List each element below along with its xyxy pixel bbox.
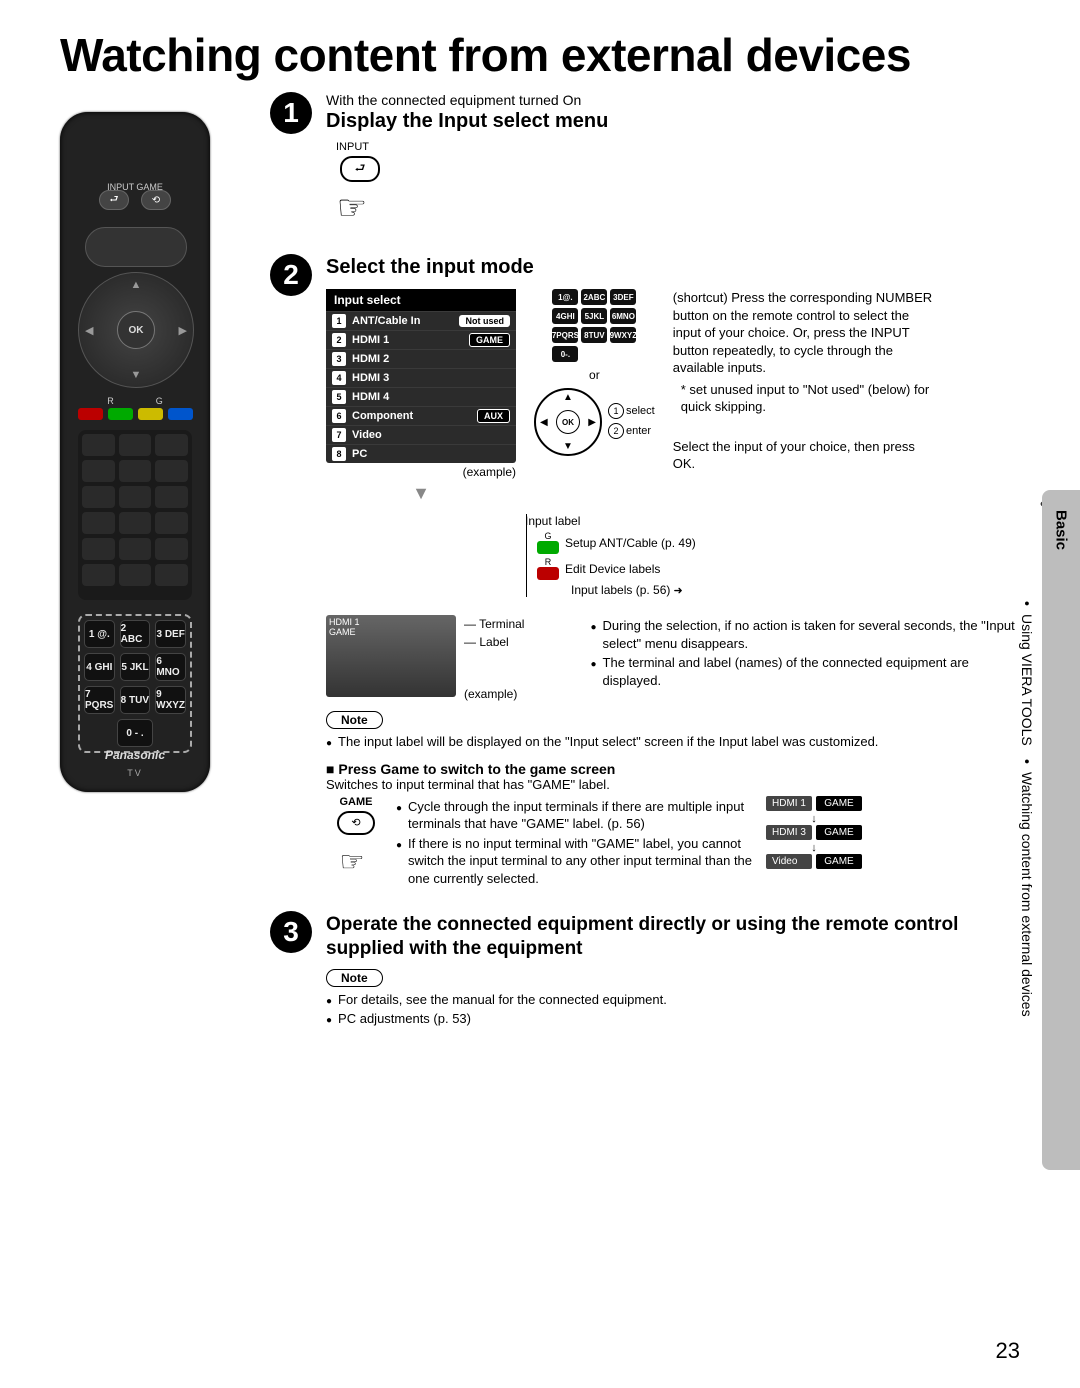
remote-ok-button: OK: [117, 311, 155, 349]
g-label: G: [156, 396, 163, 406]
step-1: 1 With the connected equipment turned On…: [270, 92, 1020, 232]
remote-color-row: [60, 408, 210, 420]
remote-dpad: ▲▼◀▶ OK: [78, 272, 194, 388]
bullet-b: The terminal and label (names) of the co…: [603, 654, 1020, 689]
side-sub: Using VIERA TOOLS Watching content from …: [1016, 598, 1038, 1016]
game-bullet-2: If there is no input terminal with "GAME…: [408, 835, 756, 888]
input-label-header: Input label: [519, 514, 1012, 528]
or-label: or: [589, 368, 600, 382]
menu-title: Input select: [326, 289, 516, 311]
input-label: INPUT: [336, 141, 1020, 153]
game-button-graphic: ⟲: [337, 811, 375, 835]
remote-tv-label: TV: [60, 768, 210, 778]
input-button-graphic: ⮐: [340, 156, 380, 182]
remote-brand: Panasonic: [60, 748, 210, 762]
remote-middle-area: [78, 430, 192, 600]
red-button-icon: [537, 567, 559, 580]
remote-rocker: [85, 227, 187, 267]
game-cycle-diagram: HDMI 1GAME ↓ HDMI 3GAME ↓ VideoGAME: [766, 796, 862, 871]
mini-ok: OK: [556, 410, 580, 434]
game-intro: Switches to input terminal that has "GAM…: [326, 777, 1020, 792]
example-label-1: (example): [326, 465, 516, 479]
green-text: Setup ANT/Cable (p. 49): [565, 536, 696, 550]
note-text-1: The input label will be displayed on the…: [338, 733, 878, 751]
step-2-title: Select the input mode: [326, 256, 1020, 279]
step-3-badge: 3: [270, 911, 312, 953]
r-label: R: [107, 396, 114, 406]
remote-numpad: 1 @. 2 ABC 3 DEF 4 GHI 5 JKL 6 MNO 7 PQR…: [78, 614, 192, 753]
bullet-a: During the selection, if no action is ta…: [603, 617, 1020, 652]
note-pill-2: Note: [326, 969, 383, 987]
remote-illustration: INPUT GAME ⮐ ⟲ ▲▼◀▶ OK R G: [60, 112, 240, 792]
example-label-2: (example): [464, 685, 524, 703]
game-btn-label: GAME: [326, 796, 386, 808]
tv-preview: HDMI 1GAME: [326, 615, 456, 697]
mini-dpad: ▲▼◀▶ OK: [534, 388, 602, 456]
input-select-menu: Input select 1ANT/Cable InNot used 2HDMI…: [326, 289, 516, 463]
label-label: Label: [479, 635, 508, 649]
page-title: Watching content from external devices: [60, 28, 1020, 82]
step3-bullet2: PC adjustments (p. 53): [338, 1010, 471, 1028]
note-pill-1: Note: [326, 711, 383, 729]
game-button-icon: ⟲: [141, 190, 171, 210]
terminal-label: Terminal: [479, 617, 524, 631]
select-ok-text: Select the input of your choice, then pr…: [673, 438, 933, 473]
step-2: 2 Select the input mode Input select 1AN…: [270, 254, 1020, 889]
step3-bullet1: For details, see the manual for the conn…: [338, 991, 667, 1009]
input-button-icon: ⮐: [99, 190, 129, 210]
step-1-intro: With the connected equipment turned On: [326, 92, 1020, 108]
shortcut-text: (shortcut) Press the corresponding NUMBE…: [673, 289, 933, 377]
side-tab: Basic: [1042, 490, 1080, 1170]
game-heading: Press Game to switch to the game screen: [326, 761, 1020, 777]
hand-icon: ☞: [328, 184, 376, 232]
red-sub-text: Input labels (p. 56): [571, 583, 683, 597]
step-3-title: Operate the connected equipment directly…: [326, 913, 1020, 961]
red-text: Edit Device labels: [565, 562, 660, 576]
footnote-text: * set unused input to "Not used" (below)…: [673, 381, 933, 416]
step-2-badge: 2: [270, 254, 312, 296]
step-3: 3 Operate the connected equipment direct…: [270, 911, 1020, 1030]
step-1-badge: 1: [270, 92, 312, 134]
step-1-title: Display the Input select menu: [326, 110, 1020, 133]
game-bullet-1: Cycle through the input terminals if the…: [408, 798, 756, 833]
down-arrow-icon: ▼: [326, 483, 516, 504]
page-number: 23: [996, 1338, 1020, 1364]
hand-icon-2: ☞: [328, 838, 376, 886]
green-button-icon: [537, 541, 559, 554]
mini-keypad: 1@.2ABC3DEF 4GHI5JKL6MNO 7PQRS8TUV9WXYZ …: [552, 289, 636, 362]
